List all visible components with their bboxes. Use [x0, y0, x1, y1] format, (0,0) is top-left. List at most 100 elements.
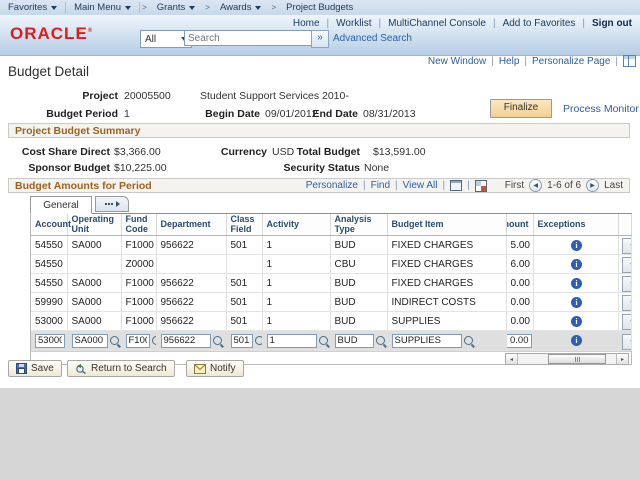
- info-icon[interactable]: [571, 296, 582, 308]
- divider: |: [492, 18, 496, 29]
- find-link[interactable]: Find: [371, 180, 390, 191]
- lookup-icon[interactable]: [375, 336, 385, 345]
- show-all-columns-tab[interactable]: [95, 196, 129, 212]
- advanced-search-link[interactable]: Advanced Search: [333, 33, 412, 44]
- main-menu[interactable]: Main Menu: [66, 0, 139, 15]
- finalize-button[interactable]: Finalize: [490, 99, 552, 118]
- grid-header-row: Account Operating Unit Fund Code Departm…: [31, 214, 632, 236]
- sign-out-link[interactable]: Sign out: [592, 18, 632, 29]
- info-icon[interactable]: [571, 315, 582, 327]
- breadcrumb-grants[interactable]: Grants: [149, 0, 204, 15]
- first-label[interactable]: First: [505, 180, 524, 191]
- col-amount: Amount: [506, 214, 534, 236]
- save-button[interactable]: Save: [8, 360, 62, 377]
- budget-item-input[interactable]: [391, 333, 462, 348]
- scroll-left-arrow[interactable]: [506, 354, 518, 364]
- account-input[interactable]: [35, 333, 65, 348]
- cell-fund-code: F1000: [121, 292, 157, 312]
- cell-class-field: 501: [226, 235, 263, 255]
- end-date-value: 08/31/2013: [363, 108, 416, 120]
- lookup-icon[interactable]: [109, 336, 119, 345]
- personalize-link[interactable]: Personalize: [306, 180, 358, 191]
- lookup-icon[interactable]: [254, 336, 261, 345]
- class-field-input[interactable]: [230, 333, 253, 348]
- next-rows-button[interactable]: [586, 179, 600, 192]
- analysis-type-input[interactable]: [334, 333, 374, 348]
- add-row-button[interactable]: [621, 314, 630, 330]
- table-row: 54550 SA000 F1000 956622 501 1 BUD FIXED…: [31, 273, 632, 293]
- activity-input[interactable]: [266, 333, 317, 348]
- breadcrumb-awards[interactable]: Awards: [212, 0, 270, 15]
- add-row-button[interactable]: [621, 333, 630, 350]
- scroll-right-arrow[interactable]: [616, 354, 628, 364]
- cell-budget-item: FIXED CHARGES: [387, 235, 507, 255]
- sponsor-budget-label: Sponsor Budget: [28, 162, 110, 174]
- personalize-page-link[interactable]: Personalize Page: [532, 56, 610, 67]
- cell-fund-code: F1000: [121, 273, 157, 293]
- divider: |: [442, 180, 446, 191]
- home-link[interactable]: Home: [293, 18, 320, 29]
- view-all-link[interactable]: View All: [403, 180, 438, 191]
- total-budget-value: $13,591.00: [373, 146, 426, 158]
- add-row-button[interactable]: [621, 276, 630, 292]
- info-icon[interactable]: [571, 277, 582, 289]
- row-range: 1-6 of 6: [547, 180, 582, 191]
- lookup-icon[interactable]: [212, 336, 222, 345]
- info-icon[interactable]: [571, 258, 582, 270]
- cell-department: 956622: [156, 311, 227, 331]
- info-icon[interactable]: [571, 239, 582, 251]
- help-link[interactable]: Help: [499, 56, 520, 67]
- project-id: 20005500: [124, 90, 171, 102]
- multichannel-console-link[interactable]: MultiChannel Console: [388, 18, 486, 29]
- notify-button[interactable]: Notify: [186, 360, 244, 377]
- search-go-button[interactable]: »: [311, 30, 329, 48]
- add-row-button[interactable]: [621, 295, 630, 311]
- lookup-icon[interactable]: [463, 336, 473, 345]
- col-operating-unit: Operating Unit: [67, 214, 122, 236]
- lookup-icon[interactable]: [151, 336, 155, 345]
- save-label: Save: [31, 363, 54, 374]
- add-row-button[interactable]: [621, 238, 630, 254]
- budget-period-label: Budget Period: [46, 108, 118, 120]
- col-budget-item: Budget Item: [387, 214, 507, 236]
- page-layout-icon[interactable]: [623, 55, 636, 67]
- process-monitor-link[interactable]: Process Monitor: [563, 103, 639, 115]
- search-input[interactable]: [184, 30, 316, 46]
- lookup-icon[interactable]: [318, 336, 328, 345]
- cell-amount: 0.00: [506, 292, 534, 312]
- cell-activity: 1: [262, 254, 331, 274]
- tab-general[interactable]: General: [30, 196, 92, 214]
- return-to-search-button[interactable]: Return to Search: [67, 360, 175, 377]
- last-label[interactable]: Last: [604, 180, 623, 191]
- previous-rows-button[interactable]: [529, 179, 543, 192]
- info-icon[interactable]: [571, 335, 582, 346]
- fund-code-input[interactable]: [125, 333, 150, 348]
- amount-input[interactable]: [506, 333, 532, 348]
- summary-title: Project Budget Summary: [15, 124, 141, 137]
- cell-department: [156, 254, 227, 274]
- breadcrumb-current: Project Budgets: [278, 0, 361, 15]
- download-grid-icon[interactable]: [474, 179, 487, 192]
- horizontal-scrollbar[interactable]: [505, 353, 629, 365]
- project-label: Project: [82, 90, 118, 102]
- department-input[interactable]: [160, 333, 211, 348]
- col-account: Account: [31, 214, 71, 236]
- col-exceptions: Exceptions: [533, 214, 619, 236]
- end-date-label: End Date: [312, 108, 358, 120]
- favorites-menu[interactable]: Favorites: [0, 0, 65, 15]
- operating-unit-input[interactable]: [71, 333, 108, 348]
- new-window-link[interactable]: New Window: [428, 56, 486, 67]
- page-action-links: New Window | Help | Personalize Page |: [428, 55, 636, 67]
- table-row: 54550 Z0000 1 CBU FIXED CHARGES 6.00: [31, 254, 632, 274]
- cell-class-field: [226, 254, 263, 274]
- worklist-link[interactable]: Worklist: [336, 18, 371, 29]
- col-class-field: Class Field: [226, 214, 263, 236]
- table-row: 53000 SA000 F1000 956622 501 1 BUD SUPPL…: [31, 311, 632, 331]
- scrollbar-thumb[interactable]: [548, 354, 606, 364]
- cell-amount: 5.00: [506, 235, 534, 255]
- return-to-search-label: Return to Search: [91, 363, 167, 374]
- zoom-grid-icon[interactable]: [450, 180, 463, 191]
- page-title: Budget Detail: [8, 64, 90, 79]
- add-row-button[interactable]: [621, 257, 630, 273]
- add-to-favorites-link[interactable]: Add to Favorites: [503, 18, 576, 29]
